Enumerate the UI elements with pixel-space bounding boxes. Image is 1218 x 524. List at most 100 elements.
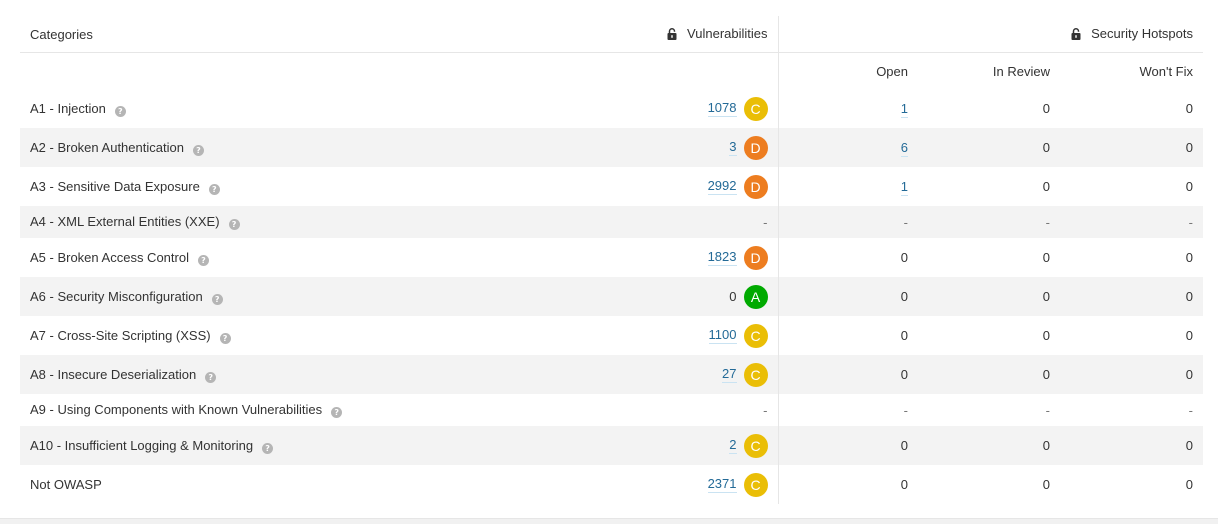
vulnerabilities-value: 2371 C [707, 472, 768, 497]
vulnerabilities-cell: 27 C [520, 355, 779, 394]
vulnerabilities-count: 0 [729, 289, 737, 304]
vulnerabilities-cell: 1078 C [520, 89, 779, 128]
category-cell: A3 - Sensitive Data Exposure? [20, 167, 520, 206]
security-rating-badge[interactable]: D [743, 245, 768, 270]
open-value: 0 [900, 328, 908, 343]
open-cell: - [778, 206, 918, 238]
vulnerabilities-count-link[interactable]: 2371 [707, 476, 737, 493]
wont-fix-value: 0 [1185, 101, 1193, 116]
empty-header [20, 53, 520, 90]
in-review-cell: 0 [918, 89, 1060, 128]
vulnerabilities-value: 27 C [722, 362, 768, 387]
open-cell: 0 [778, 277, 918, 316]
lock-icon [667, 27, 677, 43]
lock-icon [1071, 27, 1081, 43]
help-icon[interactable]: ? [205, 371, 217, 383]
category-cell: A7 - Cross-Site Scripting (XSS)? [20, 316, 520, 355]
security-rating-badge[interactable]: C [743, 323, 768, 348]
in-review-value: - [1045, 402, 1050, 418]
category-label: A7 - Cross-Site Scripting (XSS) [30, 327, 211, 343]
help-icon[interactable]: ? [262, 442, 274, 454]
category-label: A2 - Broken Authentication [30, 139, 184, 155]
security-rating-badge[interactable]: C [743, 433, 768, 458]
category-label: Not OWASP [30, 477, 102, 492]
vulnerabilities-count-link[interactable]: 1823 [707, 249, 737, 266]
in-review-cell: 0 [918, 277, 1060, 316]
help-icon[interactable]: ? [331, 407, 343, 418]
category-cell: A6 - Security Misconfiguration? [20, 277, 520, 316]
security-hotspots-header: Security Hotspots [778, 16, 1203, 53]
wont-fix-value: 0 [1185, 438, 1193, 453]
vulnerabilities-count-link[interactable]: 1100 [708, 327, 737, 344]
table-row: A10 - Insufficient Logging & Monitoring?… [20, 426, 1203, 465]
categories-header: Categories [20, 16, 520, 53]
in-review-value: 0 [1042, 477, 1050, 492]
owasp-table: Categories Vulnerabilities Security Hots… [20, 16, 1203, 504]
wont-fix-value: 0 [1185, 328, 1193, 343]
table-row: A5 - Broken Access Control? 1823 D 0 0 0 [20, 238, 1203, 277]
category-cell: A8 - Insecure Deserialization? [20, 355, 520, 394]
vulnerabilities-value: - [763, 403, 767, 418]
vulnerabilities-count-link[interactable]: 3 [729, 139, 737, 156]
category-label: A9 - Using Components with Known Vulnera… [30, 402, 323, 417]
category-cell: A2 - Broken Authentication? [20, 128, 520, 167]
help-icon[interactable]: ? [228, 219, 240, 230]
security-rating-badge[interactable]: C [743, 472, 768, 497]
help-icon[interactable]: ? [197, 254, 209, 266]
open-value: 0 [900, 250, 908, 265]
wont-fix-cell: 0 [1060, 316, 1203, 355]
vulnerabilities-cell: 2992 D [520, 167, 779, 206]
wont-fix-cell: 0 [1060, 238, 1203, 277]
security-rating-badge[interactable]: C [743, 362, 768, 387]
wont-fix-value: 0 [1185, 179, 1193, 194]
vulnerabilities-value: 1823 D [707, 245, 768, 270]
help-icon[interactable]: ? [114, 105, 126, 117]
category-label: A4 - XML External Entities (XXE) [30, 214, 220, 229]
vulnerabilities-count: - [763, 214, 768, 230]
wont-fix-cell: - [1060, 206, 1203, 238]
vulnerabilities-count-link[interactable]: 2 [729, 437, 737, 454]
category-cell: A9 - Using Components with Known Vulnera… [20, 394, 520, 426]
wont-fix-cell: 0 [1060, 167, 1203, 206]
help-icon[interactable]: ? [192, 144, 204, 156]
vulnerabilities-count-link[interactable]: 2992 [707, 178, 737, 195]
in-review-cell: 0 [918, 167, 1060, 206]
wont-fix-value: 0 [1185, 250, 1193, 265]
open-cell: 0 [778, 426, 918, 465]
vulnerabilities-cell: 2371 C [520, 465, 779, 504]
open-value: - [903, 402, 908, 418]
owasp-report: Categories Vulnerabilities Security Hots… [20, 16, 1203, 504]
security-rating-badge[interactable]: D [743, 135, 768, 160]
wont-fix-cell: 0 [1060, 465, 1203, 504]
wont-fix-cell: 0 [1060, 128, 1203, 167]
vulnerabilities-value: 1100 C [708, 323, 768, 348]
vulnerabilities-header: Vulnerabilities [520, 16, 779, 53]
wont-fix-value: - [1188, 214, 1193, 230]
vulnerabilities-cell: 0A [520, 277, 779, 316]
vulnerabilities-cell: 2C [520, 426, 779, 465]
security-rating-badge[interactable]: A [743, 284, 768, 309]
open-count-link[interactable]: 6 [900, 140, 908, 157]
in-review-cell: 0 [918, 426, 1060, 465]
table-row: A8 - Insecure Deserialization? 27 C 0 0 0 [20, 355, 1203, 394]
open-count-link[interactable]: 1 [900, 101, 908, 118]
security-rating-badge[interactable]: D [743, 174, 768, 199]
open-count-link[interactable]: 1 [900, 179, 908, 196]
vulnerabilities-count-link[interactable]: 27 [722, 366, 737, 383]
category-label: A6 - Security Misconfiguration [30, 288, 203, 304]
category-cell: Not OWASP [20, 465, 520, 504]
help-icon[interactable]: ? [219, 332, 231, 344]
in-review-value: - [1045, 214, 1050, 230]
security-rating-badge[interactable]: C [743, 96, 768, 121]
help-icon[interactable]: ? [211, 293, 223, 305]
help-icon[interactable]: ? [208, 183, 220, 195]
category-label: A8 - Insecure Deserialization [30, 366, 197, 382]
category-cell: A5 - Broken Access Control? [20, 238, 520, 277]
wont-fix-cell: 0 [1060, 426, 1203, 465]
vulnerabilities-value: 2C [729, 433, 768, 458]
vulnerabilities-count-link[interactable]: 1078 [707, 100, 737, 117]
in-review-value: 0 [1042, 140, 1050, 155]
open-cell: 1 [778, 167, 918, 206]
in-review-value: 0 [1042, 438, 1050, 453]
open-cell: 0 [778, 355, 918, 394]
